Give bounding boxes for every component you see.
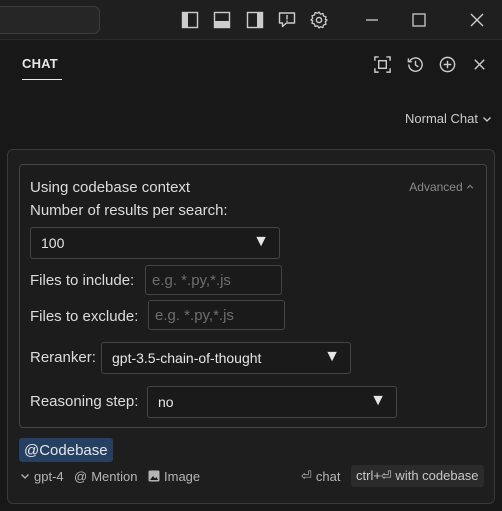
toggle-secondary-sidebar-icon[interactable] <box>244 9 266 31</box>
files-include-input[interactable] <box>145 265 282 295</box>
enter-key-icon: ⏎ <box>301 468 312 483</box>
maximize-icon[interactable] <box>408 9 430 31</box>
image-label: Image <box>164 468 201 484</box>
chat-panel-header: CHAT <box>0 40 502 90</box>
reranker-label: Reranker: <box>30 349 96 366</box>
reasoning-step-label: Reasoning step: <box>30 393 139 410</box>
codebase-shortcut-label: ctrl+⏎ with codebase <box>356 468 479 483</box>
at-sign-icon: @ <box>74 468 88 484</box>
chat-shortcut-label: chat <box>315 468 341 484</box>
files-include-label: Files to include: <box>30 272 135 289</box>
results-per-search-label: Number of results per search: <box>30 202 228 219</box>
codebase-mention-chip[interactable]: @Codebase <box>19 438 113 462</box>
files-exclude-input[interactable] <box>148 300 285 330</box>
model-select[interactable]: gpt-4 <box>20 466 64 486</box>
chevron-up-icon <box>466 184 474 189</box>
model-value: gpt-4 <box>34 468 64 484</box>
toggle-primary-sidebar-icon[interactable] <box>179 9 201 31</box>
dropdown-arrow-icon: ▼ <box>324 348 340 365</box>
gear-icon[interactable] <box>308 9 330 31</box>
reasoning-step-select[interactable]: no ▼ <box>147 386 397 418</box>
close-panel-icon[interactable] <box>468 53 490 75</box>
feedback-icon[interactable] <box>276 9 298 31</box>
advanced-toggle[interactable]: Advanced <box>409 180 474 194</box>
reranker-value: gpt-3.5-chain-of-thought <box>112 350 262 366</box>
mention-button[interactable]: @ Mention <box>74 466 137 486</box>
codebase-submit-button[interactable]: ctrl+⏎ with codebase <box>351 465 484 487</box>
chat-mode-value: Normal Chat <box>405 111 478 126</box>
chevron-down-icon <box>21 474 29 479</box>
active-tab-indicator <box>22 79 62 80</box>
results-per-search-select[interactable]: 100 ▼ <box>30 227 280 259</box>
results-per-search-value: 100 <box>41 235 65 251</box>
history-icon[interactable] <box>404 53 426 75</box>
close-icon[interactable] <box>466 9 488 31</box>
title-bar <box>0 0 502 40</box>
dropdown-arrow-icon: ▼ <box>370 392 386 409</box>
toggle-panel-icon[interactable] <box>211 9 233 31</box>
maximize-panel-icon[interactable] <box>371 53 393 75</box>
command-center-search[interactable] <box>0 6 100 34</box>
minimize-icon[interactable] <box>361 9 383 31</box>
dropdown-arrow-icon: ▼ <box>253 233 269 250</box>
context-title: Using codebase context <box>30 179 191 196</box>
files-exclude-label: Files to exclude: <box>30 308 139 325</box>
reasoning-step-value: no <box>158 394 174 410</box>
chevron-down-icon <box>483 116 491 122</box>
chat-mode-select[interactable]: Normal Chat <box>405 111 492 126</box>
chat-submit-button[interactable]: ⏎ chat <box>301 466 340 486</box>
reranker-select[interactable]: gpt-3.5-chain-of-thought ▼ <box>101 342 351 374</box>
new-chat-icon[interactable] <box>436 53 458 75</box>
mention-label: Mention <box>91 468 138 484</box>
tab-chat[interactable]: CHAT <box>22 56 58 71</box>
advanced-label: Advanced <box>409 180 463 194</box>
image-icon <box>148 470 160 482</box>
image-button[interactable]: Image <box>148 466 200 486</box>
